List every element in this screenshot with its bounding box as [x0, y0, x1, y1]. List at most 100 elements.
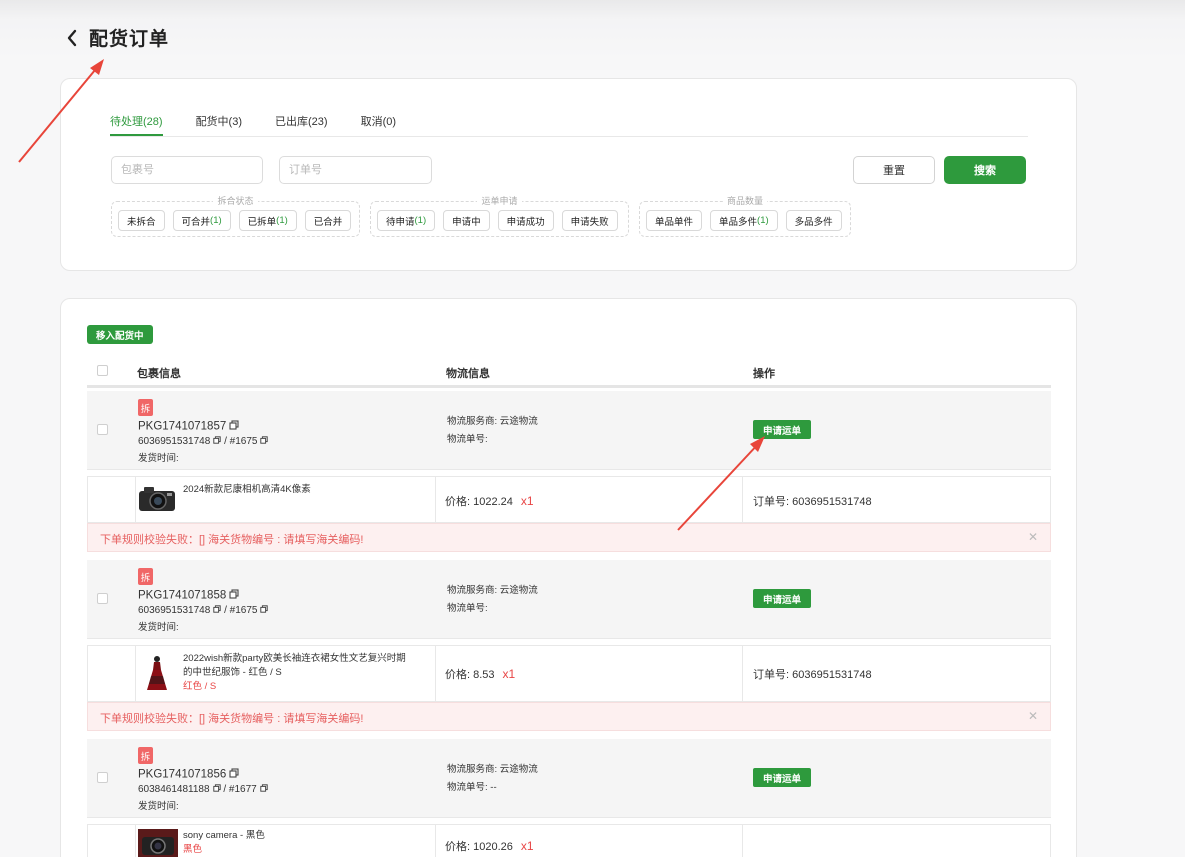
filter-group-title: 拆合状态 [213, 196, 258, 206]
copy-icon[interactable] [229, 420, 239, 433]
apply-waybill-button[interactable]: 申请运单 [753, 420, 812, 439]
close-icon[interactable]: ✕ [1028, 530, 1038, 544]
order-number-value: 订单号: 6036951531748 [753, 669, 872, 681]
package-row: 拆 PKG1741071857 6036951531748 / #1675 发货… [87, 391, 1051, 470]
apply-waybill-button[interactable]: 申请运单 [753, 589, 812, 608]
item-row: 2022wish新款party欧美长袖连衣裙女性文艺复兴时期 的中世纪服饰 - 红… [87, 645, 1051, 702]
copy-icon[interactable] [229, 589, 239, 602]
package-number-input[interactable] [111, 156, 263, 184]
filter-group-waybill: 运单申请 待申请 (1) 申请中 申请成功 申请失败 [370, 196, 629, 237]
column-header-logistics: 物流信息 [446, 368, 490, 380]
filter-unsplit[interactable]: 未拆合 [118, 210, 165, 231]
ship-time-label: 发货时间: [138, 453, 179, 464]
product-quantity: x1 [520, 494, 534, 508]
ship-time-label: 发货时间: [138, 801, 179, 812]
row-checkbox[interactable] [97, 593, 108, 604]
tab-shipped[interactable]: 已出库(23) [275, 113, 328, 136]
order-number-input[interactable] [279, 156, 432, 184]
error-message-row: 下单规则校验失败：[] 海关货物编号 : 请填写海关编码! ✕ [87, 702, 1051, 731]
back-arrow-icon[interactable] [62, 25, 82, 51]
filter-to-apply[interactable]: 待申请 (1) [377, 210, 436, 231]
split-badge: 拆 [138, 568, 153, 585]
error-message-row: 下单规则校验失败：[] 海关货物编号 : 请填写海关编码! ✕ [87, 523, 1051, 552]
tracking-number: 物流单号: [447, 603, 488, 614]
order-reference: 6036951531748 [138, 436, 211, 448]
filter-single-item-multi[interactable]: 单品多件 (1) [710, 210, 778, 231]
product-price: 价格: 1022.24 [445, 496, 513, 508]
reset-button[interactable]: 重置 [853, 156, 935, 184]
package-id: PKG1741071856 [138, 768, 227, 781]
filter-panel: 待处理(28) 配货中(3) 已出库(23) 取消(0) 重置 搜索 拆合状态 … [60, 78, 1077, 271]
carrier-info: 物流服务商: 云途物流 [447, 764, 538, 775]
tab-cancelled[interactable]: 取消(0) [361, 113, 396, 136]
product-title: 2022wish新款party欧美长袖连衣裙女性文艺复兴时期 [183, 653, 406, 664]
copy-icon[interactable] [212, 784, 221, 795]
filter-mergeable[interactable]: 可合并 (1) [172, 210, 231, 231]
item-row: 2024新款尼康相机高清4K像素 价格: 1022.24 x1 订单号: 6036… [87, 476, 1051, 523]
product-thumbnail [138, 829, 178, 857]
order-number: #1677 [228, 784, 257, 796]
order-reference: 6038461481188 [138, 784, 210, 796]
filter-single-item-single[interactable]: 单品单件 [646, 210, 703, 231]
filter-apply-success[interactable]: 申请成功 [497, 210, 554, 231]
arrow-head-icon [90, 59, 104, 75]
filter-applying[interactable]: 申请中 [443, 210, 490, 231]
filter-apply-failed[interactable]: 申请失败 [561, 210, 618, 231]
column-header-action: 操作 [753, 368, 775, 380]
select-all-checkbox[interactable] [97, 365, 108, 376]
filter-split[interactable]: 已拆单 (1) [238, 210, 297, 231]
tracking-number: 物流单号: -- [447, 782, 497, 793]
item-row: sony camera - 黑色 黑色 价格: 1020.26 x1 [87, 824, 1051, 857]
package-id: PKG1741071857 [138, 420, 227, 433]
order-reference: 6036951531748 [138, 605, 211, 617]
product-quantity: x1 [502, 667, 516, 681]
order-number: #1675 [229, 436, 258, 448]
product-title: sony camera - 黑色 [183, 830, 265, 841]
row-checkbox[interactable] [97, 772, 108, 783]
tab-pending[interactable]: 待处理(28) [110, 113, 163, 136]
product-title-continued: 的中世纪服饰 - 红色 / S [183, 667, 282, 678]
error-message: 下单规则校验失败：[] 海关货物编号 : 请填写海关编码! [100, 534, 364, 546]
page-title: 配货订单 [89, 29, 170, 50]
ship-time-label: 发货时间: [138, 622, 179, 633]
tracking-number: 物流单号: [447, 434, 488, 445]
product-variant: 红色 / S [183, 681, 217, 692]
package-list-panel: 移入配货中 包裹信息 物流信息 操作 拆 PKG1741071857 60369… [60, 298, 1077, 857]
filter-group-title: 运单申请 [477, 196, 522, 206]
move-to-allocating-button[interactable]: 移入配货中 [87, 325, 153, 344]
product-variant: 黑色 [183, 844, 203, 855]
filter-group-split-status: 拆合状态 未拆合 可合并 (1) 已拆单 (1) 已合并 [111, 196, 360, 237]
copy-icon[interactable] [229, 768, 239, 781]
status-tabs: 待处理(28) 配货中(3) 已出库(23) 取消(0) [110, 113, 1028, 137]
search-button[interactable]: 搜索 [944, 156, 1026, 184]
product-price: 价格: 8.53 [445, 669, 495, 681]
package-row: 拆 PKG1741071858 6036951531748 / #1675 发货… [87, 560, 1051, 639]
filter-multi-item-multi[interactable]: 多品多件 [785, 210, 842, 231]
filter-merged[interactable]: 已合并 [304, 210, 352, 231]
package-row: 拆 PKG1741071856 6038461481188 / #1677 发货… [87, 739, 1051, 818]
column-header-package: 包裹信息 [137, 368, 181, 380]
product-price: 价格: 1020.26 [445, 841, 513, 853]
row-checkbox[interactable] [97, 424, 108, 435]
carrier-info: 物流服务商: 云途物流 [447, 585, 538, 596]
package-id: PKG1741071858 [138, 589, 227, 602]
copy-icon[interactable] [260, 605, 269, 616]
page-header: 配货订单 [62, 24, 169, 51]
product-quantity: x1 [520, 839, 534, 853]
split-badge: 拆 [138, 747, 153, 764]
close-icon[interactable]: ✕ [1028, 709, 1038, 723]
product-thumbnail [138, 482, 176, 516]
product-thumbnail [138, 654, 176, 690]
table-header: 包裹信息 物流信息 操作 [87, 357, 1051, 388]
order-number-value: 订单号: 6036951531748 [753, 496, 872, 508]
filter-group-title: 商品数量 [722, 196, 767, 206]
apply-waybill-button[interactable]: 申请运单 [753, 768, 812, 787]
tab-allocating[interactable]: 配货中(3) [196, 113, 242, 136]
copy-icon[interactable] [260, 784, 268, 795]
copy-icon[interactable] [260, 436, 269, 447]
carrier-info: 物流服务商: 云途物流 [447, 416, 538, 427]
product-title: 2024新款尼康相机高清4K像素 [183, 484, 311, 495]
copy-icon[interactable] [213, 605, 221, 616]
order-number: #1675 [229, 605, 258, 617]
copy-icon[interactable] [213, 436, 221, 447]
